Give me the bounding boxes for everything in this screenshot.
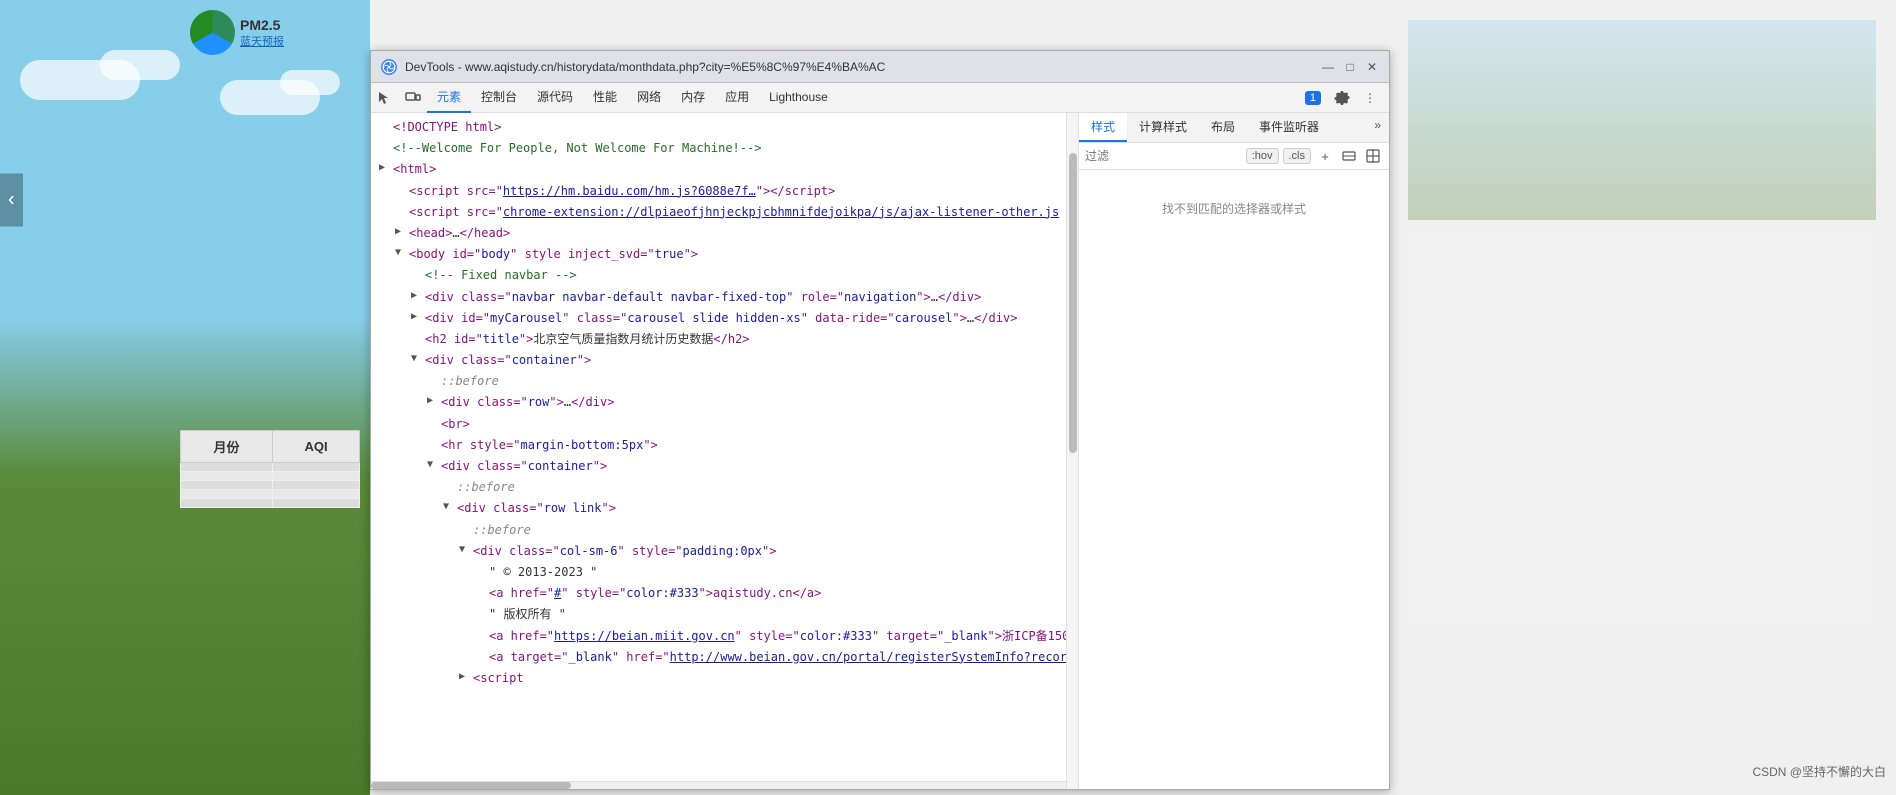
- tab-performance[interactable]: 性能: [583, 83, 627, 113]
- layout-button[interactable]: [1363, 146, 1383, 166]
- tab-sources[interactable]: 源代码: [527, 83, 583, 113]
- settings-button[interactable]: [1329, 88, 1355, 108]
- tab-layout[interactable]: 布局: [1199, 113, 1247, 142]
- code-line-row-link: ▼ <div class="row link">: [371, 498, 1066, 519]
- filter-icons: +: [1315, 146, 1383, 166]
- code-line-head: ▶ <head>… </head>: [371, 223, 1066, 244]
- table-row: [181, 481, 360, 490]
- pm25-logo-icon: [190, 10, 235, 55]
- styles-panel: 样式 计算样式 布局 事件监听器 » :hov .cls +: [1079, 113, 1389, 789]
- minimize-button[interactable]: —: [1321, 60, 1335, 74]
- badge-count: 1: [1305, 91, 1321, 105]
- devtools-toolbar: 元素 控制台 源代码 性能 网络 内存 应用 Lighthouse 1 ⋮: [371, 83, 1389, 113]
- code-line-hr: <hr style="margin-bottom:5px">: [371, 435, 1066, 456]
- device-tool-icon[interactable]: [399, 83, 427, 113]
- code-line-before2: ::before: [371, 477, 1066, 498]
- close-button[interactable]: ✕: [1365, 60, 1379, 74]
- styles-filter-bar: :hov .cls +: [1079, 143, 1389, 170]
- window-controls: — □ ✕: [1321, 60, 1379, 74]
- table-row: [181, 490, 360, 499]
- code-line-rights: " 版权所有 ": [371, 604, 1066, 625]
- webpage-background: [0, 0, 370, 795]
- tab-styles[interactable]: 样式: [1079, 113, 1127, 142]
- code-line-body: ▼ <body id="body" style inject_svd="true…: [371, 244, 1066, 265]
- code-line-before1: ::before: [371, 371, 1066, 392]
- more-options-button[interactable]: ⋮: [1359, 89, 1381, 107]
- aqi-table: 月份 AQI: [180, 430, 360, 508]
- toolbar-right: 1 ⋮: [1305, 88, 1389, 108]
- styles-tabs: 样式 计算样式 布局 事件监听器 »: [1079, 113, 1389, 143]
- vertical-scroll-thumb[interactable]: [1069, 153, 1077, 453]
- pm25-title: PM2.5: [240, 17, 284, 33]
- filter-cls-tag[interactable]: .cls: [1283, 148, 1312, 164]
- cursor-tool-icon[interactable]: [371, 83, 399, 113]
- tab-network[interactable]: 网络: [627, 83, 671, 113]
- table-header-month: 月份: [181, 431, 273, 463]
- styles-filter-input[interactable]: [1085, 149, 1242, 163]
- code-line-a-beian-gov: <a target="_blank" href="http://www.beia…: [371, 647, 1066, 668]
- devtools-favicon: [381, 59, 397, 75]
- pm25-logo-text: PM2.5 蓝天预报: [240, 17, 284, 49]
- table-row: [181, 463, 360, 472]
- tab-elements[interactable]: 元素: [427, 83, 471, 113]
- pm25-subtitle: 蓝天预报: [240, 33, 284, 49]
- filter-hov-tag[interactable]: :hov: [1246, 148, 1279, 164]
- table-row: [181, 499, 360, 508]
- toggle-element-state-button[interactable]: [1339, 146, 1359, 166]
- code-line-script1: <script src="https://hm.baidu.com/hm.js?…: [371, 181, 1066, 202]
- code-line-col-sm6: ▼ <div class="col-sm-6" style="padding:0…: [371, 541, 1066, 562]
- devtools-titlebar: DevTools - www.aqistudy.cn/historydata/m…: [371, 51, 1389, 83]
- devtools-title: DevTools - www.aqistudy.cn/historydata/m…: [405, 60, 1313, 74]
- tab-memory[interactable]: 内存: [671, 83, 715, 113]
- code-horizontal-scrollbar[interactable]: [371, 781, 1066, 789]
- pm25-logo-area: PM2.5 蓝天预报: [190, 10, 284, 55]
- code-line-html: ▶ <html>: [371, 159, 1066, 180]
- table-row: [181, 472, 360, 481]
- code-line-container2: ▼ <div class="container">: [371, 456, 1066, 477]
- code-line-a-href1: <a href="#" style="color:#333">aqistudy.…: [371, 583, 1066, 604]
- right-blurred-area: [1388, 0, 1896, 795]
- table-header-aqi: AQI: [273, 431, 360, 463]
- code-content[interactable]: <!DOCTYPE html> <!--Welcome For People, …: [371, 113, 1066, 781]
- code-line-navbar-div: ▶ <div class="navbar navbar-default navb…: [371, 287, 1066, 308]
- code-line-doctype: <!DOCTYPE html>: [371, 117, 1066, 138]
- code-line-script2: <script src="chrome-extension://dlpiaeof…: [371, 202, 1066, 223]
- devtools-main: <!DOCTYPE html> <!--Welcome For People, …: [371, 113, 1389, 789]
- code-scrollbar-thumb[interactable]: [371, 782, 571, 789]
- code-line-copyright: " © 2013-2023 ": [371, 562, 1066, 583]
- code-line-navbar-comment: <!-- Fixed navbar -->: [371, 265, 1066, 286]
- csdn-watermark: CSDN @坚持不懈的大白: [1752, 763, 1886, 780]
- code-line-container1: ▼ <div class="container">: [371, 350, 1066, 371]
- styles-content: 找不到匹配的选择器或样式: [1079, 170, 1389, 789]
- cloud-decoration2: [100, 50, 180, 80]
- tab-console[interactable]: 控制台: [471, 83, 527, 113]
- data-table-area: 月份 AQI: [180, 430, 360, 508]
- code-panel: <!DOCTYPE html> <!--Welcome For People, …: [371, 113, 1067, 789]
- carousel-left-arrow[interactable]: ‹: [0, 174, 23, 227]
- devtools-window: DevTools - www.aqistudy.cn/historydata/m…: [370, 50, 1390, 790]
- styles-more-button[interactable]: »: [1366, 113, 1389, 142]
- code-vertical-scrollbar[interactable]: [1067, 113, 1079, 789]
- code-line-script-close: ▶ <script: [371, 668, 1066, 689]
- code-line-row: ▶ <div class="row">… </div>: [371, 392, 1066, 413]
- code-line-carousel-div: ▶ <div id="myCarousel" class="carousel s…: [371, 308, 1066, 329]
- cloud-decoration4: [280, 70, 340, 95]
- code-line-h2: <h2 id="title">北京空气质量指数月统计历史数据</h2>: [371, 329, 1066, 350]
- tab-computed[interactable]: 计算样式: [1127, 113, 1199, 142]
- no-match-text: 找不到匹配的选择器或样式: [1089, 200, 1379, 217]
- maximize-button[interactable]: □: [1343, 60, 1357, 74]
- code-line-comment: <!--Welcome For People, Not Welcome For …: [371, 138, 1066, 159]
- tab-lighthouse[interactable]: Lighthouse: [759, 83, 838, 113]
- add-style-rule-button[interactable]: +: [1315, 146, 1335, 166]
- tab-event-listeners[interactable]: 事件监听器: [1247, 113, 1331, 142]
- tab-application[interactable]: 应用: [715, 83, 759, 113]
- code-line-before3: ::before: [371, 520, 1066, 541]
- code-line-br: <br>: [371, 414, 1066, 435]
- code-line-a-beian: <a href="https://beian.miit.gov.cn" styl…: [371, 626, 1066, 647]
